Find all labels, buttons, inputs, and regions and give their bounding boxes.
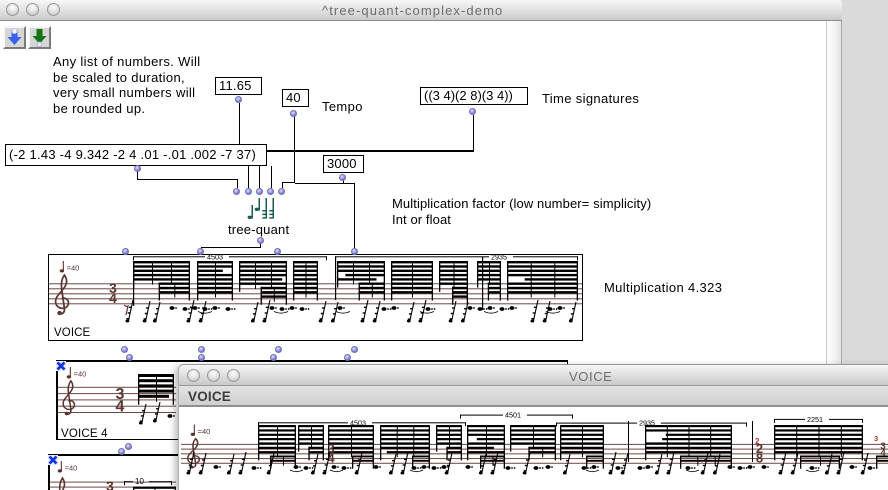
svg-text:3: 3 — [874, 434, 878, 443]
svg-text:8: 8 — [756, 450, 763, 465]
svg-text:4501: 4501 — [505, 411, 521, 420]
svg-text:=40: =40 — [198, 427, 211, 436]
svg-text:2251: 2251 — [807, 415, 823, 424]
